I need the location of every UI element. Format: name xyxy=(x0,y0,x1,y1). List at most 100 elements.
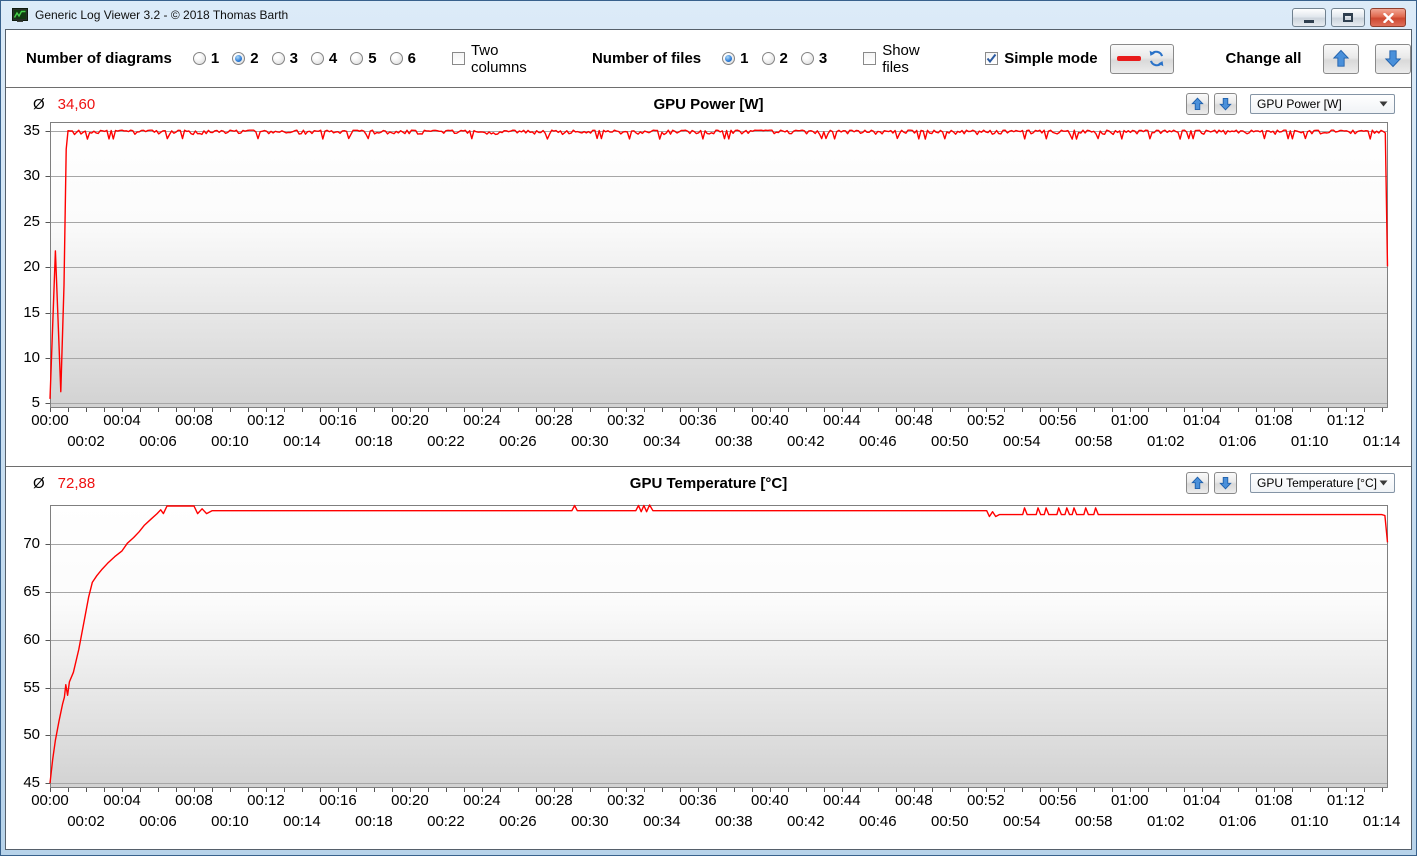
chart-panel-gpu-power: 35 30 25 20 15 10 5 00:00 00:02 00:04 00:06 00:08 00… xyxy=(6,88,1411,467)
y-tick-label: 65 xyxy=(23,583,40,600)
change-all-up-button[interactable] xyxy=(1323,43,1360,74)
move-chart-up-button[interactable] xyxy=(1186,472,1209,494)
y-tick-label: 20 xyxy=(23,258,40,276)
app-logo-icon xyxy=(12,7,28,23)
x-tick-label: 00:00 xyxy=(31,792,69,809)
show-files-label: Show files xyxy=(882,41,920,76)
x-tick-label: 00:08 xyxy=(175,792,213,809)
minimize-button[interactable] xyxy=(1292,8,1326,27)
files-radio-option-2[interactable]: 2 xyxy=(761,50,788,67)
plot-svg xyxy=(45,504,1389,792)
x-tick-label: 00:06 xyxy=(139,813,177,830)
y-tick-label: 70 xyxy=(23,535,40,553)
checkbox-box-icon xyxy=(451,52,465,65)
arrow-up-icon xyxy=(1333,49,1350,67)
x-tick-label: 00:04 xyxy=(103,412,141,429)
signal-select[interactable]: GPU Temperature [°C] xyxy=(1250,473,1395,493)
files-radio-option-1[interactable]: 1 xyxy=(722,50,749,67)
simple-mode-checkbox[interactable]: Simple mode xyxy=(985,50,1098,67)
files-radio-group: 1 2 3 xyxy=(709,50,827,67)
x-tick-label: 00:48 xyxy=(895,412,933,429)
close-icon xyxy=(1382,12,1394,23)
line-sample-icon xyxy=(1117,56,1142,61)
x-tick-label: 00:30 xyxy=(571,433,609,450)
move-chart-down-button[interactable] xyxy=(1214,472,1237,494)
radio-option-label: 6 xyxy=(407,50,416,67)
radio-button-icon xyxy=(350,52,364,65)
chart-panel-gpu-temperature: 70 65 60 55 50 45 00:00 00:02 00:04 00:06 00:08 00:… xyxy=(6,467,1411,849)
x-tick-label: 00:18 xyxy=(355,813,393,830)
x-tick-label: 00:32 xyxy=(607,792,645,809)
x-tick-label: 00:50 xyxy=(931,433,969,450)
x-tick-label: 01:12 xyxy=(1326,792,1365,809)
diagrams-radio-option-2[interactable]: 2 xyxy=(232,50,259,67)
y-tick-label: 55 xyxy=(23,678,40,696)
diagrams-radio-option-5[interactable]: 5 xyxy=(350,50,377,67)
close-button[interactable] xyxy=(1370,8,1406,27)
plot-area-gpu-temperature[interactable]: 70 65 60 55 50 45 00:00 00:02 00:04 00:06 00:08 00:… xyxy=(6,467,1411,849)
signal-select-value: GPU Temperature [°C] xyxy=(1257,476,1377,490)
x-tick-label: 00:48 xyxy=(895,792,933,809)
x-tick-label: 01:04 xyxy=(1182,412,1221,429)
files-radio-option-3[interactable]: 3 xyxy=(800,50,827,67)
files-label: Number of files xyxy=(591,50,702,67)
plot-area-gpu-power[interactable]: 35 30 25 20 15 10 5 00:00 00:02 00:04 00:06 00:08 00… xyxy=(6,88,1411,466)
x-tick-label: 00:46 xyxy=(859,813,897,830)
x-tick-label: 00:02 xyxy=(67,433,105,450)
diagrams-radio-option-1[interactable]: 1 xyxy=(192,50,219,67)
diagrams-radio-option-4[interactable]: 4 xyxy=(310,50,337,67)
diagrams-radio-group: 1 2 3 4 5 6 xyxy=(180,50,416,67)
x-tick-label: 01:14 xyxy=(1362,433,1401,450)
maximize-icon xyxy=(1343,13,1353,22)
line-style-refresh-button[interactable] xyxy=(1109,43,1174,74)
x-tick-label: 00:36 xyxy=(679,412,717,429)
move-chart-up-button[interactable] xyxy=(1186,93,1209,115)
radio-button-icon xyxy=(722,52,736,65)
x-tick-label: 00:44 xyxy=(823,412,861,429)
x-tick-label: 00:20 xyxy=(391,412,429,429)
x-tick-label: 00:22 xyxy=(427,433,465,450)
arrow-up-icon xyxy=(1191,97,1204,110)
diagrams-radio-option-3[interactable]: 3 xyxy=(271,50,298,67)
x-tick-label: 00:14 xyxy=(283,813,321,830)
radio-button-icon xyxy=(389,52,403,65)
diagrams-radio-option-6[interactable]: 6 xyxy=(389,50,416,67)
two-columns-checkbox[interactable]: Two columns xyxy=(451,42,552,76)
x-tick-label: 00:52 xyxy=(967,792,1005,809)
minimize-icon xyxy=(1304,19,1314,23)
x-tick-label: 00:40 xyxy=(751,412,789,429)
x-tick-label: 01:12 xyxy=(1326,412,1365,429)
x-tick-label: 01:00 xyxy=(1110,792,1149,809)
plot-svg xyxy=(45,122,1389,412)
toolbar: Number of diagrams 1 2 3 4 5 6 Two columns Nu… xyxy=(6,30,1411,88)
x-tick-label: 00:00 xyxy=(31,412,69,429)
x-tick-label: 00:26 xyxy=(499,813,537,830)
y-tick-label: 25 xyxy=(23,212,40,230)
radio-dot-icon xyxy=(235,55,243,62)
titlebar[interactable]: Generic Log Viewer 3.2 - © 2018 Thomas B… xyxy=(5,1,1412,29)
x-tick-label: 00:20 xyxy=(391,792,429,809)
x-tick-label: 01:08 xyxy=(1254,412,1293,429)
change-all-down-button[interactable] xyxy=(1375,43,1411,74)
x-tick-label: 00:56 xyxy=(1038,792,1077,809)
chart-controls: GPU Temperature [°C] xyxy=(1186,472,1395,494)
dropdown-arrow-icon xyxy=(1379,480,1388,486)
x-tick-label: 00:12 xyxy=(247,412,285,429)
show-files-checkbox[interactable]: Show files xyxy=(863,42,945,76)
refresh-icon xyxy=(1149,50,1164,67)
window-controls xyxy=(1292,8,1406,27)
y-tick-label: 10 xyxy=(23,349,40,367)
maximize-button[interactable] xyxy=(1331,8,1365,27)
x-tick-label: 00:22 xyxy=(427,813,465,830)
simple-mode-label: Simple mode xyxy=(1004,50,1098,67)
arrow-down-icon xyxy=(1219,477,1232,490)
y-tick-label: 60 xyxy=(23,630,40,648)
x-tick-label: 00:18 xyxy=(355,433,393,450)
x-tick-label: 00:30 xyxy=(571,813,609,830)
radio-button-icon xyxy=(310,52,324,65)
signal-select-value: GPU Power [W] xyxy=(1257,97,1342,111)
signal-select[interactable]: GPU Power [W] xyxy=(1250,94,1395,114)
radio-button-icon xyxy=(271,52,285,65)
x-tick-label: 01:02 xyxy=(1146,813,1185,830)
move-chart-down-button[interactable] xyxy=(1214,93,1237,115)
